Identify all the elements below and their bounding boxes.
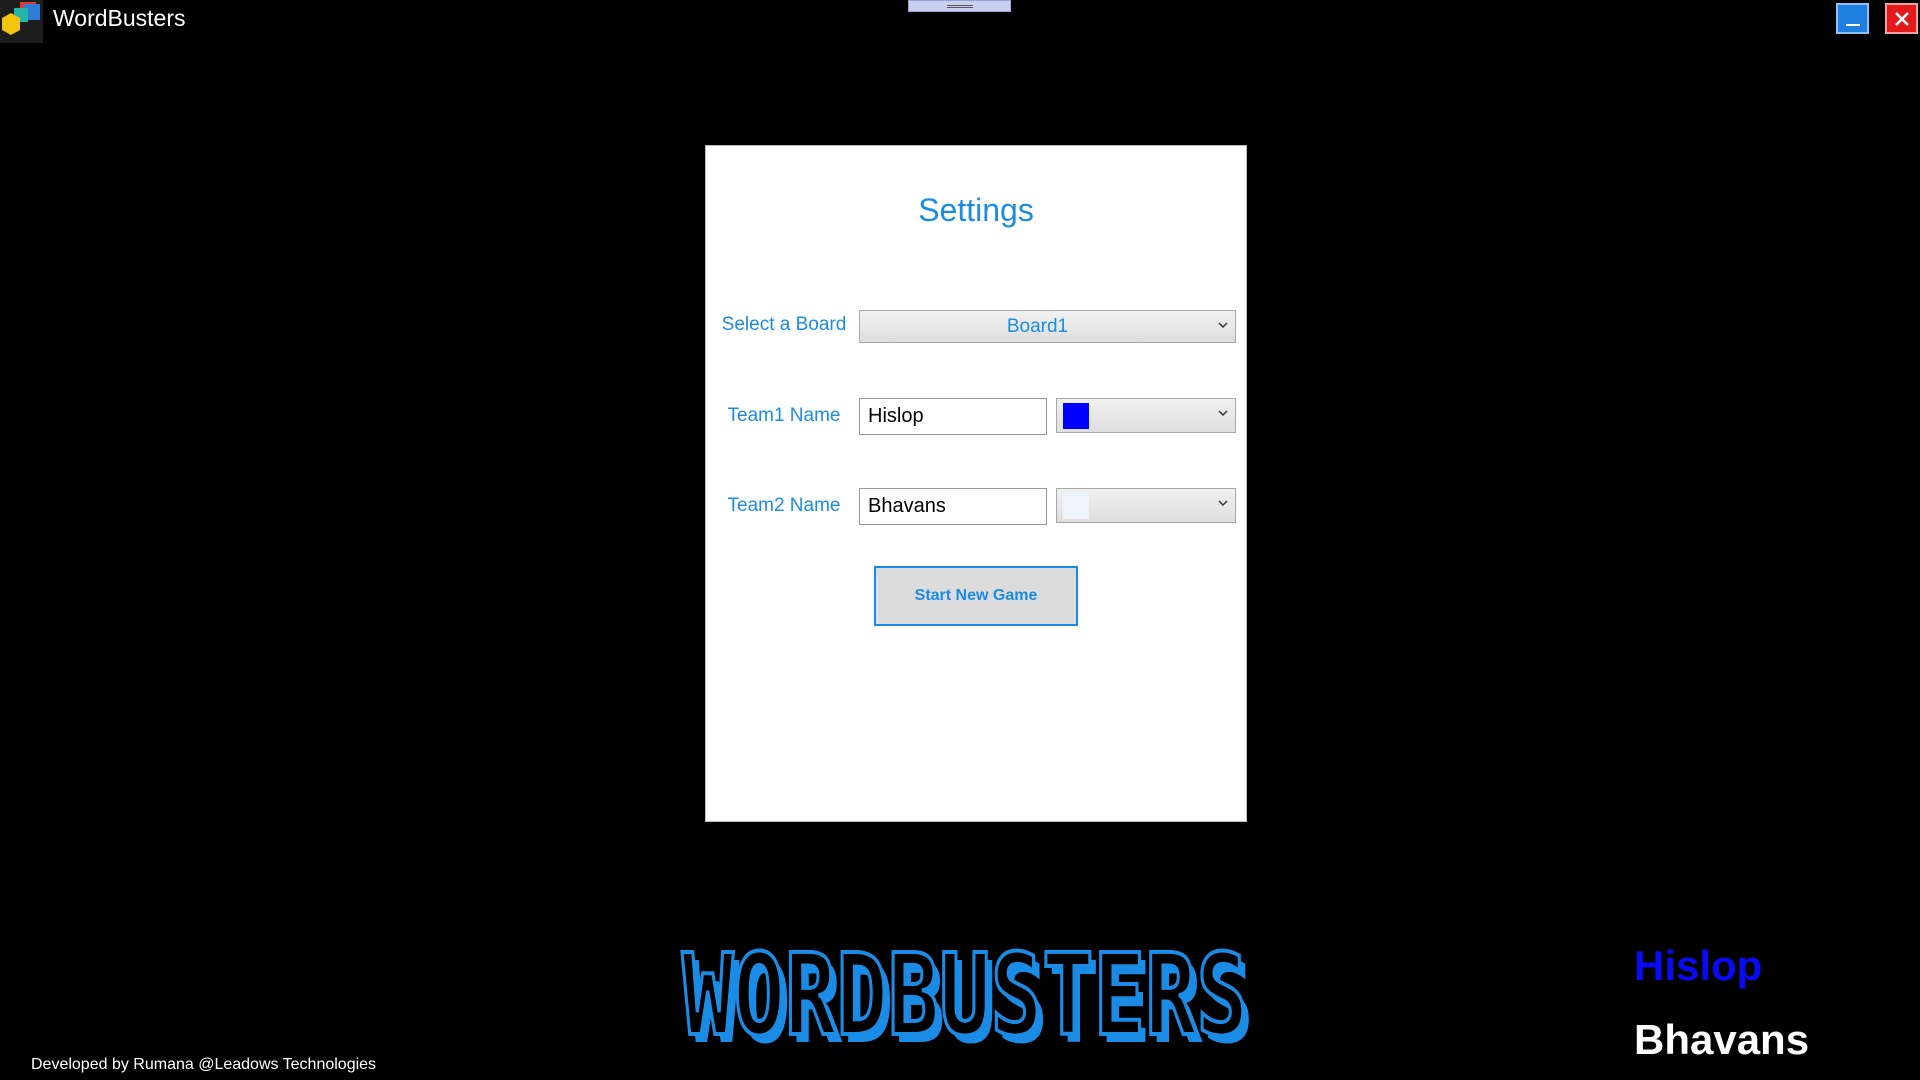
board-select[interactable]: Board1: [859, 310, 1236, 343]
scoreboard-team2: Bhavans: [1634, 1016, 1810, 1063]
settings-title: Settings: [918, 192, 1034, 228]
wordbusters-logo: WORDBUSTERS WORDBUSTERS: [680, 938, 1254, 1048]
settings-panel: Settings Select a Board Board1 Team1 Nam…: [705, 145, 1247, 822]
chevron-down-icon: [1218, 410, 1228, 417]
team1-label: Team1 Name: [727, 405, 841, 426]
close-icon: [1895, 12, 1909, 26]
team2-label: Team2 Name: [727, 495, 841, 516]
drag-handle[interactable]: [908, 0, 1011, 12]
app-icon: [0, 0, 43, 43]
start-new-game-button[interactable]: Start New Game: [874, 566, 1078, 626]
team2-color-swatch: [1063, 493, 1089, 519]
board-select-value: Board1: [1006, 316, 1069, 337]
chevron-down-icon: [1218, 500, 1228, 507]
team2-color-select[interactable]: [1056, 488, 1236, 523]
chevron-down-icon: [1218, 322, 1228, 329]
logo-text: WORDBUSTERS: [682, 938, 1248, 1048]
team1-color-swatch: [1063, 403, 1089, 429]
team1-color-select[interactable]: [1056, 398, 1236, 433]
team1-name-input[interactable]: [859, 398, 1047, 435]
minimize-button[interactable]: [1836, 3, 1869, 34]
footer-credit: Developed by Rumana @Leadows Technologie…: [31, 1056, 377, 1073]
close-button[interactable]: [1885, 3, 1918, 34]
team2-name-input[interactable]: [859, 488, 1047, 525]
board-label: Select a Board: [721, 314, 847, 335]
scoreboard-team1: Hislop: [1634, 942, 1763, 989]
window-title: WordBusters: [53, 5, 186, 31]
